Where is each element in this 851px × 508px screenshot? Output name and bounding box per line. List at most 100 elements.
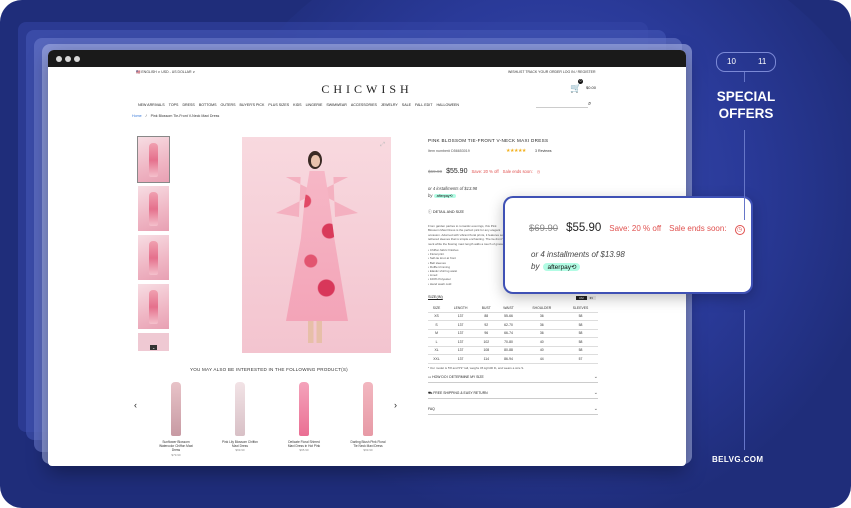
- chevron-down-icon[interactable]: ⌄: [594, 388, 598, 398]
- product-thumbnail[interactable]: [138, 284, 169, 329]
- chevron-right-icon[interactable]: ›: [394, 400, 397, 410]
- accordion-size-guide[interactable]: ▭ HOW DO I DETERMINE MY SIZE ⌄: [428, 372, 598, 383]
- slide-pager[interactable]: 10 11: [716, 52, 776, 72]
- unit-in[interactable]: IN: [586, 296, 596, 300]
- chevron-down-icon[interactable]: ⌄: [594, 404, 598, 414]
- product-thumbnail[interactable]: ⌄: [138, 333, 169, 351]
- nav-item[interactable]: SALE: [402, 103, 411, 107]
- reviews-link[interactable]: 3 Reviews: [535, 149, 552, 153]
- breadcrumb-home[interactable]: Home: [132, 114, 142, 118]
- recommended-product-price: $79.90: [171, 452, 181, 457]
- product-thumbnail[interactable]: [138, 186, 169, 231]
- column-header: SHOULDER: [520, 304, 564, 313]
- window-control-icon[interactable]: [56, 56, 62, 62]
- price-row: $69.90 $55.90 Save: 20 % off Sale ends s…: [428, 168, 540, 175]
- accordion-shipping[interactable]: ⛟ FREE SHIPPING & EASY RETURN ⌄: [428, 388, 598, 399]
- thumbnail-strip: ⌄: [137, 136, 170, 351]
- accordion-label: FREE SHIPPING & EASY RETURN: [433, 391, 488, 395]
- callout-by: by: [531, 262, 540, 271]
- column-header: SLEEVES: [563, 304, 598, 313]
- sale-timer: Sale ends soon:: [502, 169, 533, 174]
- recommended-product[interactable]: Darling Blush Pink Floral Tie Neck Maxi …: [350, 378, 386, 457]
- accordion-faq[interactable]: FAQ ⌄: [428, 404, 598, 415]
- nav-item[interactable]: LINGERIE: [306, 103, 323, 107]
- product-thumbnail[interactable]: [137, 136, 170, 183]
- clock-icon: ◷: [734, 225, 745, 235]
- accordion-label: HOW DO I DETERMINE MY SIZE: [432, 375, 484, 379]
- size-heading: SIZE(IN): [428, 295, 443, 299]
- size-table: SIZE LENGTH BUST WAIST SHOULDER SLEEVES …: [428, 304, 598, 364]
- unit-cm[interactable]: CM: [576, 296, 587, 300]
- recommended-product-name[interactable]: Delicate Floral Shirred Maxi Dress in Ho…: [286, 440, 322, 448]
- chevron-down-icon[interactable]: ⌄: [594, 372, 598, 382]
- table-row: XXL 137 114 86-94 44 57: [428, 354, 598, 364]
- recommendations-carousel: Sunflower Blossom Watercolor Chiffon Max…: [158, 378, 386, 457]
- recommended-product[interactable]: Delicate Floral Shirred Maxi Dress in Ho…: [286, 378, 322, 457]
- recommended-product-image[interactable]: [158, 378, 194, 438]
- recommended-product-name[interactable]: Darling Blush Pink Floral Tie Neck Maxi …: [350, 440, 386, 448]
- nav-item[interactable]: ACCESSORIES: [351, 103, 377, 107]
- chevron-down-icon[interactable]: ⌄: [150, 345, 158, 350]
- breadcrumb-separator: /: [145, 114, 147, 118]
- cart-icon[interactable]: 🛒: [570, 83, 581, 94]
- recommended-product-image[interactable]: [350, 378, 386, 438]
- nav-item[interactable]: NEW ARRIVALS: [138, 103, 165, 107]
- zoom-icon[interactable]: ⤢: [380, 142, 385, 149]
- item-number: Item number# D56653019: [428, 149, 470, 153]
- nav-item[interactable]: HALLOWEEN: [436, 103, 459, 107]
- model-figure: [286, 171, 348, 321]
- browser-titlebar: [48, 50, 686, 67]
- window-control-icon[interactable]: [74, 56, 80, 62]
- recommended-product-name[interactable]: Pink Lily Blossom Chiffon Maxi Dress: [222, 440, 258, 448]
- recommended-product-image[interactable]: [286, 378, 322, 438]
- nav-item[interactable]: KIDS: [293, 103, 301, 107]
- chevron-left-icon[interactable]: ‹: [134, 400, 137, 410]
- recommended-product[interactable]: Sunflower Blossom Watercolor Chiffon Max…: [158, 378, 194, 457]
- callout-sale-timer: Sale ends soon:: [669, 224, 727, 233]
- main-product-image[interactable]: ⤢: [242, 137, 391, 353]
- search-icon[interactable]: ⌕: [588, 101, 591, 108]
- afterpay-badge[interactable]: afterpay⟲: [543, 262, 581, 271]
- afterpay-by: by: [428, 193, 433, 198]
- recommended-product[interactable]: Pink Lily Blossom Chiffon Maxi Dress $69…: [222, 378, 258, 457]
- table-row: XL 137 108 80-88 40 58: [428, 346, 598, 355]
- table-row: S 137 92 62-70 36 58: [428, 320, 598, 330]
- product-title: PINK BLOSSOM TIE-FRONT V-NECK MAXI DRESS: [428, 138, 549, 143]
- installments-text: or 4 installments of $13.98: [428, 186, 478, 191]
- callout-discount: Save: 20 % off: [609, 224, 662, 233]
- afterpay-badge[interactable]: afterpay⟲: [433, 194, 456, 198]
- nav-item[interactable]: FALL EDIT: [415, 103, 432, 107]
- window-control-icon[interactable]: [65, 56, 71, 62]
- nav-item[interactable]: OUTERS: [221, 103, 236, 107]
- nav-item[interactable]: PLUS SIZES: [268, 103, 289, 107]
- callout-afterpay-line: by afterpay⟲: [531, 262, 581, 271]
- recommended-product-name[interactable]: Sunflower Blossom Watercolor Chiffon Max…: [158, 440, 194, 453]
- detail-heading-label: DETAIL AND SIZE: [432, 210, 465, 214]
- search-input[interactable]: [536, 100, 588, 108]
- pager-next[interactable]: 11: [758, 57, 766, 66]
- cart-total: $0.00: [586, 85, 597, 90]
- detail-section-heading[interactable]: ⓘ DETAIL AND SIZE: [428, 210, 464, 215]
- nav-item[interactable]: BUYER'S PICK: [240, 103, 265, 107]
- column-header: WAIST: [496, 304, 521, 313]
- table-row: L 137 102 70-80 40 58: [428, 337, 598, 347]
- nav-item[interactable]: SWIMWEAR: [326, 103, 347, 107]
- unit-toggle[interactable]: CM IN: [576, 296, 596, 300]
- table-row: XS 137 88 55-66 36 58: [428, 312, 598, 321]
- table-row: M 137 96 66-74 36 58: [428, 329, 598, 338]
- callout-price-row: $69.90 $55.90 Save: 20 % off Sale ends s…: [529, 222, 745, 235]
- breadcrumb: Home / Pink Blossom Tie-Front V-Neck Max…: [132, 114, 219, 118]
- product-thumbnail[interactable]: [138, 235, 169, 280]
- nav-item[interactable]: DRESS: [182, 103, 194, 107]
- pager-current[interactable]: 10: [727, 57, 736, 66]
- recommendations-title: YOU MAY ALSO BE INTERESTED IN THE FOLLOW…: [190, 367, 348, 372]
- nav-item[interactable]: TOPS: [169, 103, 179, 107]
- nav-item[interactable]: JEWELRY: [381, 103, 398, 107]
- nav-item[interactable]: BOTTOMS: [199, 103, 217, 107]
- rating-stars[interactable]: ★★★★★: [506, 148, 526, 154]
- feature-list: • Chiffon fabric finishes • Floral print…: [428, 248, 488, 286]
- price-zoom-callout: $69.90 $55.90 Save: 20 % off Sale ends s…: [503, 196, 753, 294]
- account-links[interactable]: WISHLIST TRACK YOUR ORDER LOG IN / REGIS…: [508, 70, 596, 74]
- recommended-product-image[interactable]: [222, 378, 258, 438]
- locale-currency-selector[interactable]: 🇺🇸 ENGLISH ∨ USD - US DOLLAR ∨: [136, 70, 195, 74]
